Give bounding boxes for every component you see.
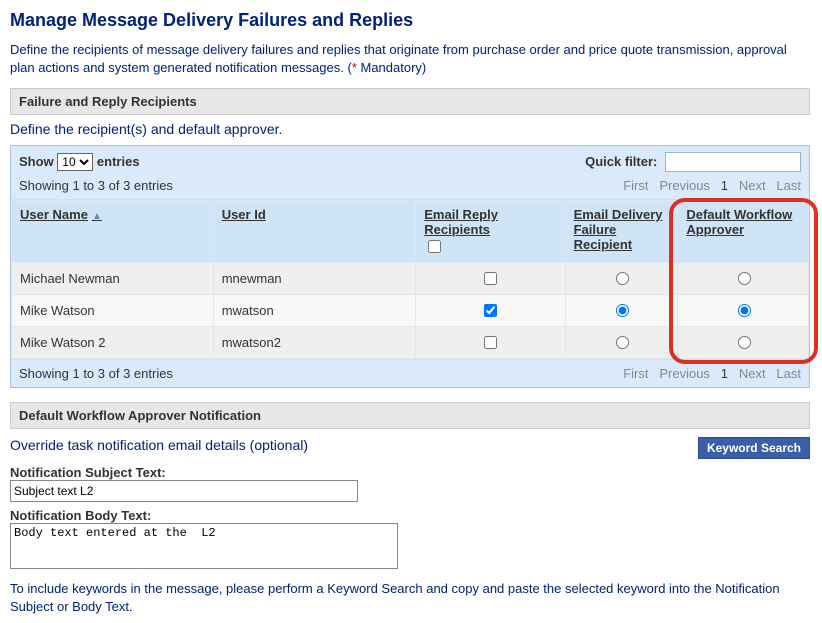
pager-previous[interactable]: Previous — [659, 366, 710, 381]
cell-user-name: Michael Newman — [12, 263, 214, 295]
col-user-id[interactable]: User Id — [213, 201, 416, 263]
pager-bot: First Previous 1 Next Last — [623, 366, 801, 381]
pager-first[interactable]: First — [623, 366, 648, 381]
pager-last[interactable]: Last — [776, 366, 801, 381]
quick-filter-input[interactable] — [665, 152, 801, 172]
entries-select[interactable]: 10 — [57, 153, 93, 171]
cell-user-id: mwatson2 — [213, 327, 416, 359]
quick-filter-label: Quick filter: — [585, 154, 657, 169]
table-row: Michael Newman mnewman — [12, 263, 809, 295]
subject-input[interactable] — [10, 480, 358, 502]
email-reply-checkbox[interactable] — [484, 272, 497, 285]
col-email-fail[interactable]: Email Delivery Failure Recipient — [565, 201, 678, 263]
page-title: Manage Message Delivery Failures and Rep… — [10, 10, 810, 31]
section-approver-notification-header: Default Workflow Approver Notification — [10, 402, 810, 429]
approver-radio[interactable] — [738, 336, 751, 349]
hint-text: To include keywords in the message, plea… — [10, 580, 810, 615]
email-fail-radio[interactable] — [616, 304, 629, 317]
page-intro: Define the recipients of message deliver… — [10, 41, 810, 76]
recipients-table: User Name▲ User Id Email Reply Recipient… — [11, 200, 809, 359]
email-fail-radio[interactable] — [616, 272, 629, 285]
show-label-pre: Show — [19, 154, 54, 169]
col-email-reply[interactable]: Email Reply Recipients — [416, 201, 565, 263]
section-failure-recipients-sub: Define the recipient(s) and default appr… — [10, 121, 810, 137]
approver-radio[interactable] — [738, 304, 751, 317]
email-reply-checkbox[interactable] — [484, 336, 497, 349]
section-failure-recipients-header: Failure and Reply Recipients — [10, 88, 810, 115]
table-row: Mike Watson 2 mwatson2 — [12, 327, 809, 359]
email-reply-select-all[interactable] — [428, 240, 441, 253]
body-label: Notification Body Text: — [10, 508, 810, 523]
table-row: Mike Watson mwatson — [12, 295, 809, 327]
cell-user-id: mwatson — [213, 295, 416, 327]
pager-first[interactable]: First — [623, 178, 648, 193]
pager-current: 1 — [721, 178, 728, 193]
pager-next[interactable]: Next — [739, 178, 766, 193]
keyword-search-button[interactable]: Keyword Search — [698, 437, 810, 459]
email-reply-checkbox[interactable] — [484, 304, 497, 317]
pager-top: First Previous 1 Next Last — [623, 178, 801, 193]
cell-user-name: Mike Watson — [12, 295, 214, 327]
approver-radio[interactable] — [738, 272, 751, 285]
table-footer-controls: Showing 1 to 3 of 3 entries First Previo… — [11, 359, 809, 387]
cell-user-id: mnewman — [213, 263, 416, 295]
col-approver[interactable]: Default Workflow Approver — [678, 201, 809, 263]
intro-mandatory: Mandatory) — [357, 60, 426, 75]
col-user-name[interactable]: User Name▲ — [12, 201, 214, 263]
pager-last[interactable]: Last — [776, 178, 801, 193]
pager-next[interactable]: Next — [739, 366, 766, 381]
pager-current: 1 — [721, 366, 728, 381]
show-label-post: entries — [97, 154, 140, 169]
section-approver-notification-sub: Override task notification email details… — [10, 437, 308, 453]
subject-label: Notification Subject Text: — [10, 465, 810, 480]
pager-previous[interactable]: Previous — [659, 178, 710, 193]
cell-user-name: Mike Watson 2 — [12, 327, 214, 359]
table-header-controls: Show 10 entries Quick filter: Showing 1 … — [11, 146, 809, 200]
showing-text-top: Showing 1 to 3 of 3 entries — [19, 178, 173, 193]
sort-asc-icon: ▲ — [92, 211, 102, 222]
showing-text-bot: Showing 1 to 3 of 3 entries — [19, 366, 173, 381]
body-textarea[interactable] — [10, 523, 398, 569]
email-fail-radio[interactable] — [616, 336, 629, 349]
